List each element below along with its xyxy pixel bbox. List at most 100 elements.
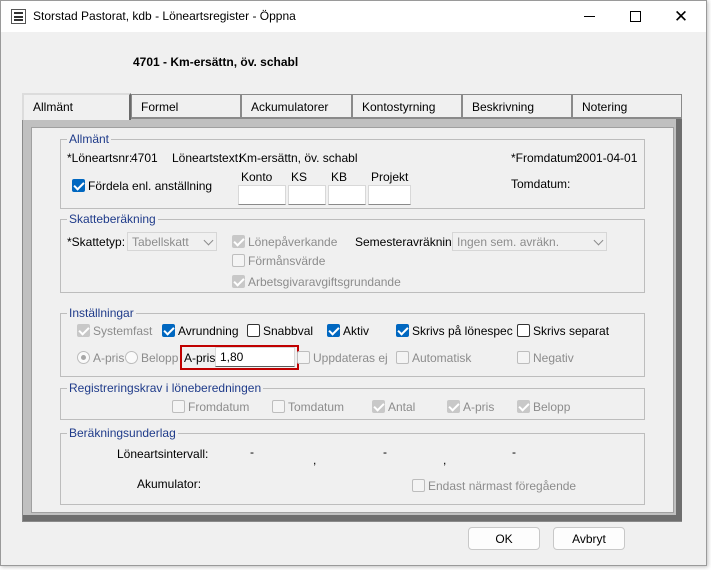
group-installningar-legend: Inställningar — [67, 306, 136, 320]
group-allmant-legend: Allmänt — [67, 132, 112, 146]
ok-button[interactable]: OK — [468, 527, 540, 550]
close-icon: ✕ — [673, 7, 689, 26]
projekt-label: Projekt — [371, 170, 409, 184]
group-registrering-legend: Registreringskrav i löneberedningen — [67, 381, 264, 395]
intervall-dash-1: - — [250, 445, 254, 459]
reg-fromdatum-checkbox[interactable] — [172, 400, 185, 413]
tab-kontostyrning[interactable]: Kontostyrning — [352, 94, 462, 118]
apris-input[interactable]: 1,80 — [215, 347, 295, 367]
tab-formel[interactable]: Formel — [131, 94, 241, 118]
avrundning-label: Avrundning — [178, 324, 239, 338]
belopp-radio[interactable] — [125, 351, 138, 364]
ks-input[interactable] — [288, 185, 326, 205]
semester-label: Semesteravräkning: — [355, 235, 462, 249]
apris-radio-label: A-pris — [93, 351, 125, 365]
aktiv-checkbox[interactable] — [327, 324, 340, 337]
reg-belopp-label: Belopp — [533, 400, 571, 414]
apris-value: 1,80 — [220, 350, 244, 364]
formansvarde-label: Förmånsvärde — [248, 254, 326, 268]
skattetyp-label: *Skattetyp: — [67, 235, 126, 249]
projekt-input[interactable] — [368, 185, 411, 205]
app-icon — [11, 9, 26, 24]
record-title: 4701 - Km-ersättn, öv. schabl — [133, 55, 299, 69]
reg-antal-checkbox[interactable] — [372, 400, 385, 413]
skattetyp-select[interactable]: Tabellskatt — [127, 232, 217, 251]
semester-select[interactable]: Ingen sem. avräkn. — [452, 232, 607, 251]
uppdateras-checkbox[interactable] — [297, 351, 310, 364]
fromdatum-label: *Fromdatum: — [511, 151, 581, 165]
automatisk-label: Automatisk — [412, 351, 472, 365]
window-title: Storstad Pastorat, kdb - Löneartsregiste… — [33, 9, 296, 23]
fordela-checkbox[interactable] — [72, 179, 85, 192]
intervall-dash-3: - — [512, 445, 516, 459]
minimize-button[interactable] — [566, 1, 612, 32]
reg-tomdatum-checkbox[interactable] — [272, 400, 285, 413]
intervall-comma-2: , — [443, 453, 447, 467]
automatisk-checkbox[interactable] — [396, 351, 409, 364]
avrundning-checkbox[interactable] — [162, 324, 175, 337]
chevron-down-icon — [593, 235, 604, 246]
loneartsnr-label: *Löneartsnr: — [67, 151, 133, 165]
belopp-radio-label: Belopp — [141, 351, 179, 365]
apris-radio[interactable] — [77, 351, 90, 364]
reg-tomdatum-label: Tomdatum — [288, 400, 345, 414]
tab-ackumulatorer[interactable]: Ackumulatorer — [241, 94, 352, 118]
skrivs-separat-checkbox[interactable] — [517, 324, 530, 337]
negativ-checkbox[interactable] — [517, 351, 530, 364]
fromdatum-value: 2001-04-01 — [576, 151, 638, 165]
panel-shadow-bottom — [23, 515, 681, 521]
snabbval-checkbox[interactable] — [247, 324, 260, 337]
formansvarde-checkbox[interactable] — [232, 254, 245, 267]
tomdatum-label: Tomdatum: — [511, 177, 571, 191]
arbetsgivar-label: Arbetsgivaravgiftsgrundande — [248, 275, 401, 289]
skrivs-lonespec-checkbox[interactable] — [396, 324, 409, 337]
ks-label: KS — [291, 170, 308, 184]
snabbval-label: Snabbval — [263, 324, 314, 338]
cancel-button[interactable]: Avbryt — [553, 527, 625, 550]
panel-shadow-right — [676, 119, 682, 521]
lonepaverkande-label: Lönepåverkande — [248, 235, 338, 249]
reg-belopp-checkbox[interactable] — [517, 400, 530, 413]
reg-antal-label: Antal — [388, 400, 416, 414]
group-berakning: Beräkningsunderlag — [60, 426, 645, 505]
close-button[interactable]: ✕ — [658, 1, 704, 32]
chevron-down-icon — [203, 235, 214, 246]
reg-apris-label: A-pris — [463, 400, 495, 414]
reg-fromdatum-label: Fromdatum — [188, 400, 250, 414]
intervall-dash-2: - — [383, 445, 387, 459]
semester-value: Ingen sem. avräkn. — [457, 235, 560, 249]
title-bar: Storstad Pastorat, kdb - Löneartsregiste… — [1, 1, 706, 32]
endast-label: Endast närmast föregående — [428, 479, 577, 493]
reg-apris-checkbox[interactable] — [447, 400, 460, 413]
group-installningar: Inställningar — [60, 306, 645, 377]
kb-label: KB — [331, 170, 348, 184]
systemfast-checkbox[interactable] — [77, 324, 90, 337]
negativ-label: Negativ — [533, 351, 574, 365]
apris-label: A-pris: — [184, 351, 219, 365]
skrivs-separat-label: Skrivs separat — [533, 324, 610, 338]
group-berakning-legend: Beräkningsunderlag — [67, 426, 178, 440]
intervall-label: Löneartsintervall: — [117, 447, 209, 461]
group-skatt-legend: Skatteberäkning — [67, 212, 158, 226]
loneartsnr-value: 4701 — [131, 151, 158, 165]
lonepaverkande-checkbox[interactable] — [232, 235, 245, 248]
loneartstext-label: Löneartstext: — [172, 151, 242, 165]
ackumulator-label: Akumulator: — [137, 477, 202, 491]
fordela-label: Fördela enl. anställning — [88, 179, 213, 193]
aktiv-label: Aktiv — [343, 324, 370, 338]
dialog-window: Storstad Pastorat, kdb - Löneartsregiste… — [0, 0, 707, 566]
tab-beskrivning[interactable]: Beskrivning — [462, 94, 572, 118]
tab-notering[interactable]: Notering — [572, 94, 682, 118]
minimize-icon — [583, 16, 595, 17]
konto-label: Konto — [241, 170, 273, 184]
arbetsgivar-checkbox[interactable] — [232, 275, 245, 288]
uppdateras-label: Uppdateras ej — [313, 351, 388, 365]
systemfast-label: Systemfast — [93, 324, 153, 338]
konto-input[interactable] — [238, 185, 286, 205]
skrivs-lonespec-label: Skrivs på lönespec — [412, 324, 513, 338]
tab-allmant[interactable]: Allmänt — [22, 93, 131, 120]
maximize-button[interactable] — [612, 1, 658, 32]
kb-input[interactable] — [328, 185, 366, 205]
endast-checkbox[interactable] — [412, 479, 425, 492]
maximize-icon — [629, 11, 641, 22]
